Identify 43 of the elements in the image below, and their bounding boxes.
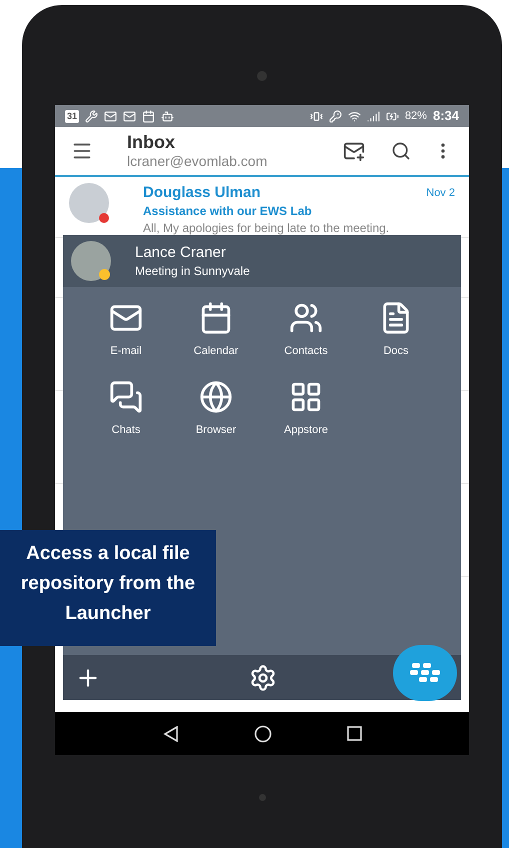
user-status: Meeting in Sunnyvale	[135, 263, 250, 279]
message-preview: All, My apologies for being late to the meeting.	[143, 220, 390, 236]
message-date: Nov 2	[426, 186, 455, 201]
battery-level: 82%	[404, 108, 427, 124]
people-icon	[289, 301, 323, 335]
chat-bubbles-icon	[109, 380, 143, 414]
avatar	[71, 241, 111, 281]
dots-logo-icon	[410, 662, 440, 684]
wifi-icon	[348, 110, 361, 122]
vibrate-icon	[310, 110, 323, 122]
launcher-app[interactable]: Chats	[81, 380, 171, 438]
back-icon[interactable]	[162, 726, 178, 742]
wrench-icon	[85, 110, 98, 122]
launcher-app[interactable]: Calendar	[171, 301, 261, 360]
launcher-app[interactable]: E-mail	[81, 301, 171, 360]
launcher-app[interactable]: Docs	[351, 301, 441, 360]
battery-icon	[386, 110, 399, 122]
key-icon	[328, 110, 342, 122]
clock: 8:34	[432, 107, 459, 126]
avatar	[69, 183, 109, 223]
robot-icon	[161, 110, 174, 122]
compose-icon[interactable]	[343, 140, 365, 162]
recents-icon[interactable]	[346, 726, 362, 741]
launcher-header[interactable]: Lance Craner Meeting in Sunnyvale	[63, 235, 461, 287]
calendar-date-icon: 31	[65, 110, 80, 122]
settings-icon[interactable]	[249, 664, 277, 692]
signal-icon	[366, 110, 380, 122]
launcher-app[interactable]: Contacts	[261, 301, 351, 360]
mail-icon	[104, 110, 118, 122]
calendar-icon	[142, 110, 156, 122]
user-name: Lance Craner	[135, 243, 227, 263]
message-subject: Assistance with our EWS Lab	[143, 203, 313, 220]
globe-icon	[199, 380, 233, 414]
account-email: lcraner@evomlab.com	[127, 152, 268, 170]
search-icon[interactable]	[391, 141, 411, 161]
launcher-app[interactable]: Browser	[171, 380, 261, 438]
app-title: Inbox	[127, 132, 176, 152]
home-icon[interactable]	[254, 724, 272, 742]
launcher-app[interactable]: Appstore	[261, 380, 351, 438]
mail-icon	[123, 110, 136, 122]
caption: Access a local file repository from the Launcher	[0, 530, 216, 646]
sender-name: Douglass Ulman	[143, 183, 261, 203]
calendar-icon	[199, 301, 233, 335]
